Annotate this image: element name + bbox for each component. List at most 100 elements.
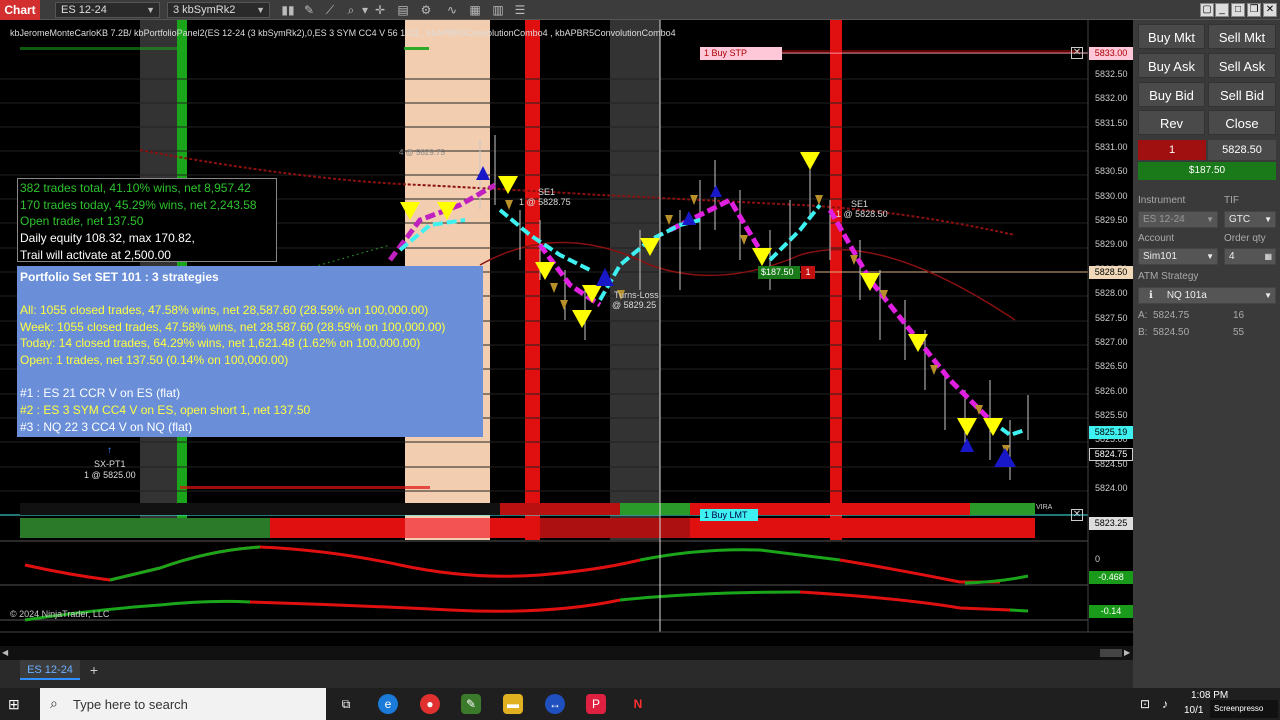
sell-bid-button[interactable]: Sell Bid: [1208, 82, 1276, 107]
price-tick-label: 5826.00: [1095, 385, 1128, 396]
sell-ask-button[interactable]: Sell Ask: [1208, 53, 1276, 78]
search-icon: ⌕: [50, 695, 58, 711]
price-tick-label: 5832.00: [1095, 93, 1128, 104]
chart-toolbar: Chart ES 12-24 ▼ 3 kbSymRk2 ▼ ▮▮ ✎ ⟋ ⌕ ▾ ✛…: [0, 0, 1280, 20]
portfolio-today: Today: 14 closed trades, 64.29% wins, ne…: [20, 336, 421, 351]
bars-style-icon[interactable]: ▮▮: [280, 2, 296, 18]
osc-zero-label: 0: [1095, 554, 1101, 564]
instrument-selector[interactable]: ES 12-24 ▼: [55, 2, 160, 18]
ninjatrader-icon[interactable]: N: [628, 694, 648, 714]
osc1-green-1: [109, 545, 261, 582]
signal-strip-green: [620, 503, 690, 515]
restore-icon[interactable]: ▢: [1200, 3, 1214, 17]
teamviewer-icon[interactable]: ↔: [545, 694, 565, 714]
tif-select-value: GTC: [1229, 214, 1251, 225]
network-icon[interactable]: ⊡: [1140, 697, 1150, 711]
paint-icon[interactable]: ✎: [461, 694, 481, 714]
instrument-select-value: ES 12-24: [1143, 214, 1185, 225]
indicators-icon[interactable]: ∿: [444, 2, 460, 18]
sell-mkt-button[interactable]: Sell Mkt: [1208, 24, 1276, 49]
edge-icon[interactable]: e: [378, 694, 398, 714]
add-tab-button[interactable]: +: [86, 660, 102, 680]
tab-es-12-24[interactable]: ES 12-24: [20, 660, 80, 680]
close-icon[interactable]: ✕: [1263, 3, 1277, 17]
templates-icon[interactable]: ▦: [467, 2, 483, 18]
buy-stp-order-tag[interactable]: 1 Buy STP: [700, 47, 782, 60]
price-tick-label: 5829.00: [1095, 239, 1128, 250]
account-select[interactable]: Sim101 ▼: [1138, 248, 1218, 265]
trend-line-cyan-2: [498, 208, 591, 272]
clock-date[interactable]: 10/1: [1184, 705, 1203, 716]
portfolio-all: All: 1055 closed trades, 47.58% wins, ne…: [20, 303, 429, 317]
atm-strategy-label: ATM Strategy: [1138, 271, 1199, 282]
chrome-icon[interactable]: ●: [420, 694, 440, 714]
task-view-icon[interactable]: ⧉: [336, 694, 356, 714]
reverse-button[interactable]: Rev: [1138, 110, 1205, 135]
chart-tabs: ES 12-24 +: [0, 660, 1133, 688]
chart-menu-button[interactable]: Chart: [0, 0, 40, 20]
bid-price-tag: 5824.75: [1089, 448, 1133, 461]
position-qty-tag[interactable]: 1: [801, 266, 815, 279]
bid-price: 5824.50: [1153, 327, 1190, 338]
chevron-down-icon: ▼: [1264, 215, 1272, 224]
screenpresso-icon[interactable]: P: [586, 694, 606, 714]
line-tool-icon[interactable]: ⟋: [322, 2, 338, 18]
dropdown-arrow-icon[interactable]: ▾: [357, 2, 373, 18]
chevron-down-icon: ▼: [256, 5, 265, 15]
ask-size: 16: [1233, 310, 1245, 321]
position-pnl-tag[interactable]: $187.50: [758, 266, 800, 279]
windows-start-icon[interactable]: ⊞: [8, 696, 24, 712]
chart-scrollbar[interactable]: ◀ ▶: [0, 646, 1133, 660]
price-chart[interactable]: kbJeromeMonteCarloKB 7.2B/ kbPortfolioPa…: [0, 20, 1133, 660]
instrument-select[interactable]: ES 12-24 ▼: [1138, 211, 1218, 228]
tif-select[interactable]: GTC ▼: [1224, 211, 1276, 228]
price-tick-label: 5824.00: [1095, 482, 1128, 493]
price-tick-label: 5825.50: [1095, 409, 1128, 420]
draw-tool-icon[interactable]: ✎: [301, 2, 317, 18]
bar-type-value: 3 kbSymRk2: [173, 4, 236, 16]
atm-strategy-value: NQ 101a: [1166, 290, 1207, 301]
sell-signal-markers: [400, 152, 1003, 436]
data-box-icon[interactable]: ▥: [490, 2, 506, 18]
scroll-left-icon[interactable]: ◀: [2, 648, 12, 658]
turns-loss-label: Turns-Loss: [614, 290, 659, 300]
strategies-icon[interactable]: ⚙: [418, 2, 434, 18]
order-qty-input[interactable]: 4 ▦: [1224, 248, 1276, 265]
minimize-icon[interactable]: _: [1215, 3, 1229, 17]
buy-bid-button[interactable]: Buy Bid: [1138, 82, 1205, 107]
scroll-thumb[interactable]: [1100, 649, 1122, 657]
sx-pt1-label: SX-PT1: [94, 459, 126, 469]
stats-total: 382 trades total, 41.10% wins, net 8,957…: [20, 181, 251, 195]
buy-signal-markers: [476, 166, 1016, 467]
stp-price-tag: 5833.00: [1089, 47, 1133, 60]
price-tick-label: 5830.00: [1095, 190, 1128, 201]
calculator-icon[interactable]: ▦: [1264, 249, 1272, 264]
portfolio-panel: Portfolio Set SET 101 : 3 strategies All…: [17, 266, 483, 437]
cancel-stp-icon[interactable]: ✕: [1071, 47, 1083, 59]
instrument-selector-value: ES 12-24: [61, 4, 107, 16]
close-position-button[interactable]: Close: [1208, 110, 1276, 135]
taskbar-search[interactable]: ⌕ Type here to search: [40, 688, 326, 720]
buy-ask-button[interactable]: Buy Ask: [1138, 53, 1205, 78]
arrow-up-icon: ↑: [107, 445, 112, 456]
portfolio-week: Week: 1055 closed trades, 47.58% wins, n…: [20, 319, 446, 334]
file-explorer-icon[interactable]: ▬: [503, 694, 523, 714]
bar-type-selector[interactable]: 3 kbSymRk2 ▼: [167, 2, 270, 18]
vira-label: VIRA: [1036, 504, 1053, 511]
cancel-lmt-icon[interactable]: ✕: [1071, 509, 1083, 521]
maximize-icon[interactable]: □: [1231, 3, 1245, 17]
signal-strip-dark: [20, 503, 500, 515]
crosshair-icon[interactable]: ✛: [372, 2, 388, 18]
buy-mkt-button[interactable]: Buy Mkt: [1138, 24, 1205, 49]
atm-strategy-select[interactable]: ℹ NQ 101a ▼: [1138, 287, 1276, 304]
list-icon[interactable]: ☰: [512, 2, 528, 18]
chevron-down-icon: ▼: [1206, 215, 1214, 224]
properties-icon[interactable]: ▤: [395, 2, 411, 18]
account-label: Account: [1138, 233, 1175, 244]
volume-icon[interactable]: ♪: [1162, 697, 1168, 711]
buy-lmt-order-tag[interactable]: 1 Buy LMT: [700, 509, 758, 521]
se1-label-a: SE1: [538, 187, 556, 197]
restore-icon[interactable]: ❐: [1247, 3, 1261, 17]
strategy-3: #3 : NQ 22 3 CC4 V on NQ (flat): [20, 419, 193, 434]
chart-trader-panel: Buy Mkt Sell Mkt Buy Ask Sell Ask Buy Bi…: [1133, 20, 1280, 688]
